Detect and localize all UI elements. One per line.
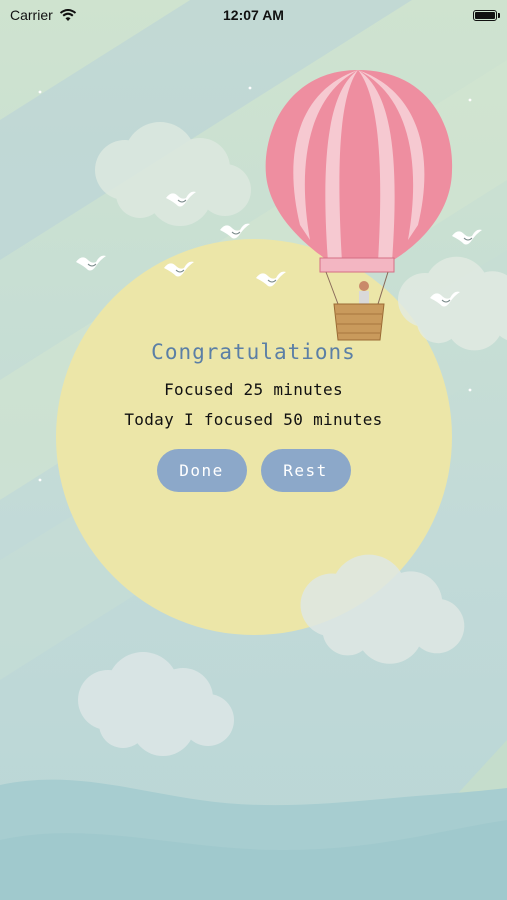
rest-button[interactable]: Rest (260, 449, 351, 492)
carrier-group: Carrier (10, 7, 77, 23)
done-button[interactable]: Done (156, 449, 247, 492)
focused-duration-text: Focused 25 minutes (164, 380, 343, 399)
dialog-actions: Done Rest (0, 449, 507, 492)
bird-icon (451, 229, 483, 245)
status-bar: Carrier 12:07 AM (0, 0, 507, 30)
battery-level (475, 11, 495, 19)
today-total-text: Today I focused 50 minutes (124, 410, 383, 429)
congratulations-title: Congratulations (151, 340, 356, 364)
carrier-label: Carrier (10, 7, 53, 23)
status-time: 12:07 AM (223, 7, 284, 23)
wifi-icon (59, 8, 76, 21)
bird-icon (75, 255, 107, 271)
completion-dialog: Congratulations Focused 25 minutes Today… (0, 340, 507, 492)
battery-icon (473, 9, 500, 21)
cloud-icon (78, 652, 234, 756)
